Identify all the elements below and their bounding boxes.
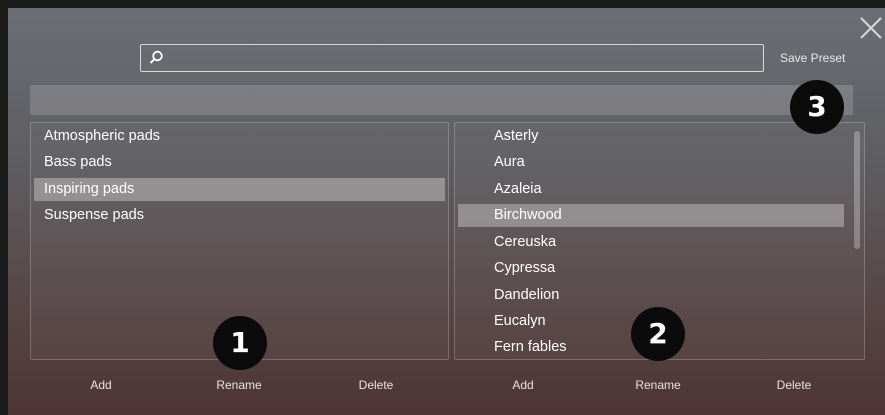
category-delete-button[interactable]: Delete — [359, 378, 394, 392]
category-item[interactable]: Atmospheric pads — [34, 125, 445, 148]
preset-item[interactable]: Dandelion — [458, 284, 844, 307]
category-item[interactable]: Bass pads — [34, 151, 445, 174]
preset-item[interactable]: Cereuska — [458, 231, 844, 254]
callout-badge-3: 3 — [790, 80, 844, 134]
category-item[interactable]: Suspense pads — [34, 204, 445, 227]
category-rename-button[interactable]: Rename — [216, 378, 261, 392]
callout-badge-1: 1 — [213, 316, 267, 370]
search-input[interactable] — [167, 47, 759, 71]
search-icon — [149, 50, 163, 64]
preset-item[interactable]: Asterly — [458, 125, 844, 148]
preset-item[interactable]: Aura — [458, 151, 844, 174]
preset-delete-button[interactable]: Delete — [777, 378, 812, 392]
save-preset-button[interactable]: Save Preset — [780, 51, 845, 65]
preset-add-button[interactable]: Add — [512, 378, 533, 392]
search-field[interactable] — [140, 44, 764, 72]
preset-item-selected[interactable]: Birchwood — [458, 204, 844, 227]
preset-manager-panel: Save Preset Atmospheric pads Bass pads I… — [8, 8, 885, 415]
preset-path-bar — [30, 85, 853, 115]
category-add-button[interactable]: Add — [90, 378, 111, 392]
preset-list-scrollbar[interactable] — [854, 131, 860, 249]
preset-item[interactable]: Azaleia — [458, 178, 844, 201]
callout-badge-2: 2 — [631, 307, 685, 361]
preset-rename-button[interactable]: Rename — [635, 378, 680, 392]
category-item-selected[interactable]: Inspiring pads — [34, 178, 445, 201]
close-button[interactable] — [857, 14, 885, 42]
close-icon — [860, 17, 882, 39]
preset-item[interactable]: Cypressa — [458, 257, 844, 280]
